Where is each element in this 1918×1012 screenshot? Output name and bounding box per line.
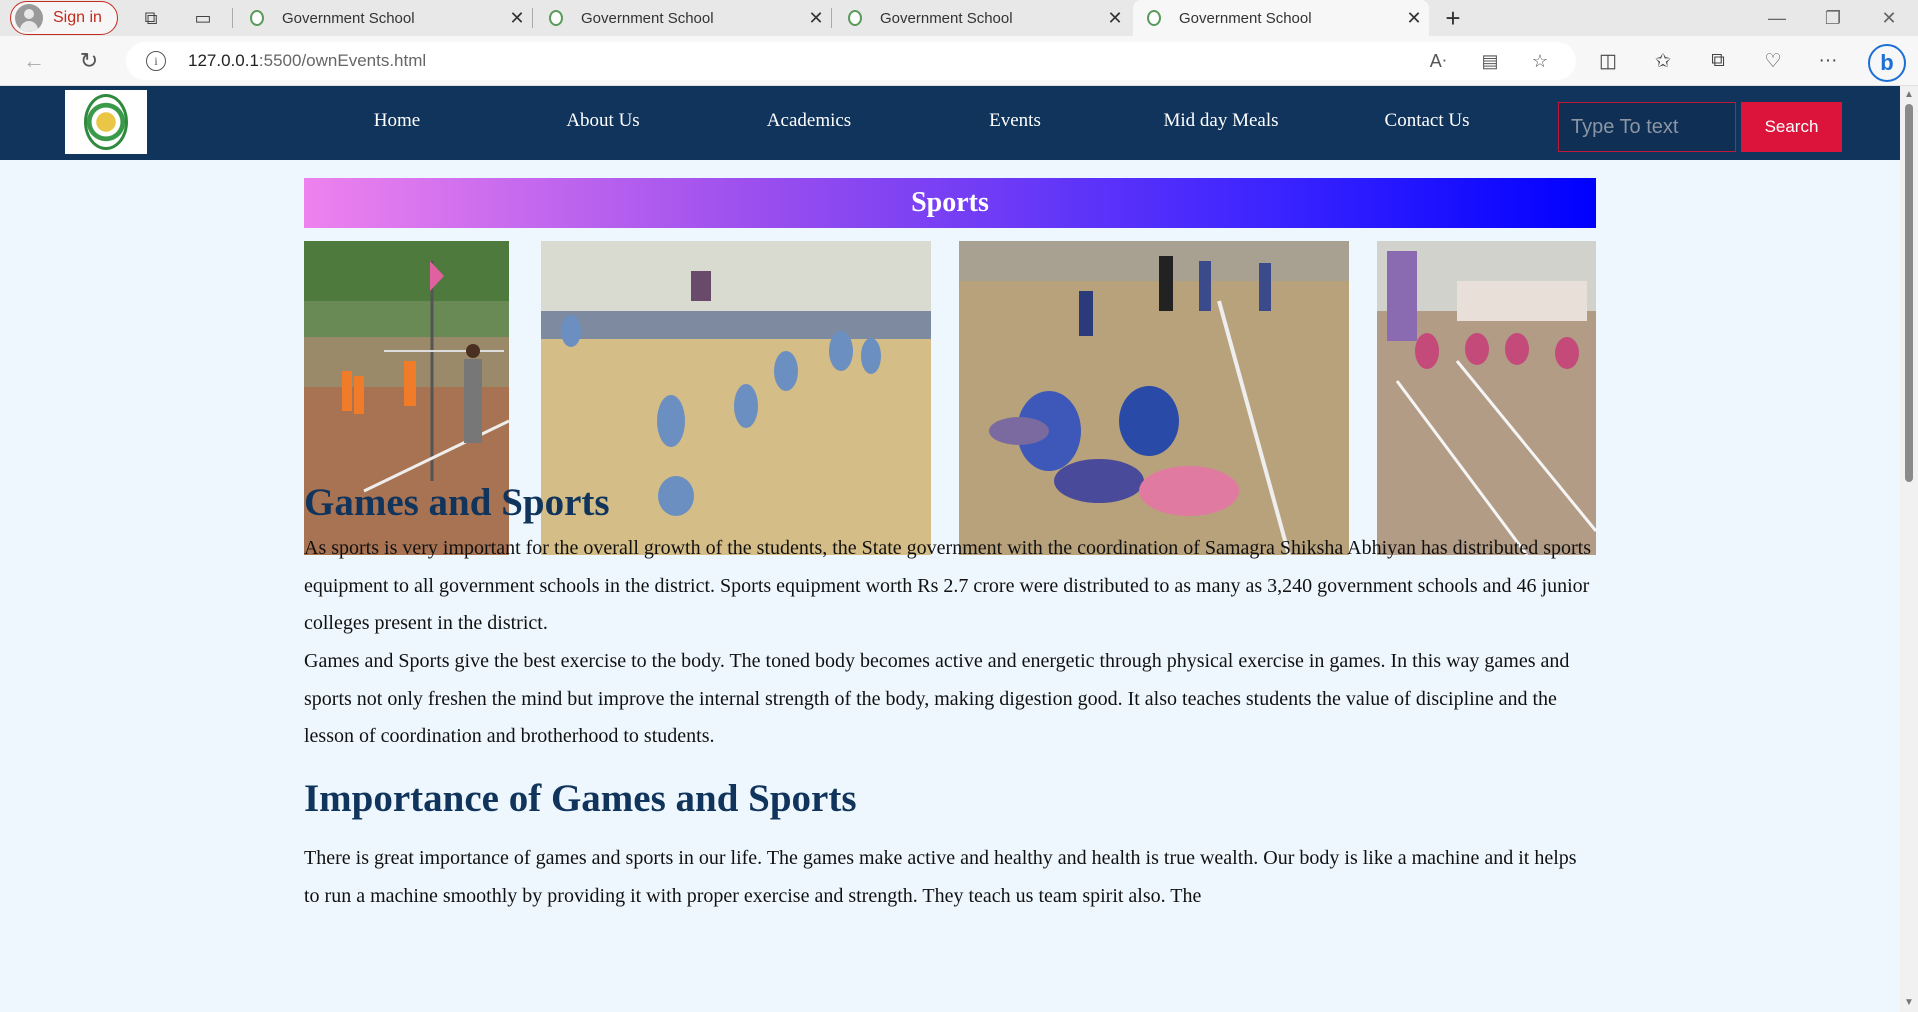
school-favicon-icon: [848, 10, 862, 26]
url-text: 127.0.0.1:5500/ownEvents.html: [188, 51, 426, 71]
exercise-benefits-paragraph: Games and Sports give the best exercise …: [304, 650, 1570, 747]
search-button[interactable]: Search: [1741, 102, 1842, 152]
search-input[interactable]: [1558, 102, 1736, 152]
tab-title: Government School: [282, 9, 415, 27]
scroll-up-arrow-icon[interactable]: ▲: [1904, 90, 1914, 100]
nav-contact-us[interactable]: Contact Us: [1347, 110, 1507, 132]
url-path: :5500/ownEvents.html: [258, 51, 427, 70]
collections-icon[interactable]: ⧉: [1704, 47, 1732, 75]
browser-tab-strip: Sign in ⧉ ▭ Government School ✕ Governme…: [0, 0, 1918, 36]
games-and-sports-heading: Games and Sports: [304, 481, 610, 524]
section-banner: Sports: [304, 178, 1596, 228]
tab-divider: [831, 8, 832, 28]
scroll-down-arrow-icon[interactable]: ▼: [1904, 998, 1914, 1008]
nav-home[interactable]: Home: [317, 110, 477, 132]
tab-actions-icon[interactable]: ▭: [190, 6, 216, 30]
tab-divider: [232, 8, 233, 28]
read-aloud-icon[interactable]: Aᐧ: [1426, 49, 1450, 73]
nav-events[interactable]: Events: [935, 110, 1095, 132]
favorites-icon[interactable]: ✩: [1649, 47, 1677, 75]
close-tab-icon[interactable]: ✕: [801, 8, 831, 29]
importance-paragraph: There is great importance of games and s…: [304, 847, 1577, 907]
sports-equipment-paragraph: As sports is very important for the over…: [304, 537, 1592, 634]
kabaddi-photo: [959, 241, 1349, 555]
split-screen-icon[interactable]: ◫: [1594, 47, 1622, 75]
school-favicon-icon: [1147, 10, 1161, 26]
page-scrollbar[interactable]: ▲ ▼: [1900, 86, 1918, 1012]
browser-address-bar: ← ↻ i 127.0.0.1:5500/ownEvents.html Aᐧ ▤…: [0, 36, 1918, 86]
school-favicon-icon: [250, 10, 264, 26]
browser-essentials-icon[interactable]: ♡: [1759, 47, 1787, 75]
close-window-icon[interactable]: ✕: [1864, 2, 1914, 34]
nav-mid-day-meals[interactable]: Mid day Meals: [1141, 110, 1301, 132]
profile-avatar-icon: [15, 4, 43, 32]
favorite-star-icon[interactable]: ☆: [1528, 49, 1552, 73]
school-logo[interactable]: [65, 90, 147, 154]
close-tab-icon[interactable]: ✕: [502, 8, 532, 29]
url-field[interactable]: i 127.0.0.1:5500/ownEvents.html Aᐧ ▤ ☆: [126, 42, 1576, 80]
immersive-reader-icon[interactable]: ▤: [1478, 49, 1502, 73]
site-info-icon[interactable]: i: [146, 51, 166, 71]
copilot-icon[interactable]: b: [1868, 44, 1906, 82]
browser-tab-active[interactable]: Government School ✕: [1133, 0, 1429, 36]
tab-title: Government School: [581, 9, 714, 27]
restore-icon[interactable]: ❐: [1808, 2, 1858, 34]
site-navbar: Home About Us Academics Events Mid day M…: [0, 86, 1900, 160]
close-tab-icon[interactable]: ✕: [1399, 8, 1429, 29]
minimize-icon[interactable]: —: [1752, 2, 1802, 34]
tab-title: Government School: [880, 9, 1013, 27]
tab-divider: [532, 8, 533, 28]
back-arrow-icon[interactable]: ←: [18, 45, 50, 77]
browser-tab[interactable]: Government School ✕: [834, 0, 1130, 36]
sign-in-button[interactable]: Sign in: [10, 1, 118, 35]
more-menu-icon[interactable]: ···: [1814, 47, 1842, 75]
url-host: 127.0.0.1: [188, 51, 259, 70]
tab-title: Government School: [1179, 9, 1312, 27]
close-tab-icon[interactable]: ✕: [1100, 8, 1130, 29]
state-emblem-icon: [84, 94, 128, 150]
nav-academics[interactable]: Academics: [729, 110, 889, 132]
refresh-icon[interactable]: ↻: [73, 45, 105, 77]
browser-tab[interactable]: Government School ✕: [535, 0, 831, 36]
browser-tab[interactable]: Government School ✕: [236, 0, 532, 36]
sign-in-label: Sign in: [53, 9, 102, 26]
race-start-photo: [1377, 241, 1596, 555]
workspaces-icon[interactable]: ⧉: [138, 6, 164, 30]
new-tab-button[interactable]: +: [1438, 3, 1468, 33]
importance-heading: Importance of Games and Sports: [304, 777, 857, 820]
nav-about-us[interactable]: About Us: [523, 110, 683, 132]
scrollbar-thumb[interactable]: [1905, 104, 1913, 482]
school-favicon-icon: [549, 10, 563, 26]
